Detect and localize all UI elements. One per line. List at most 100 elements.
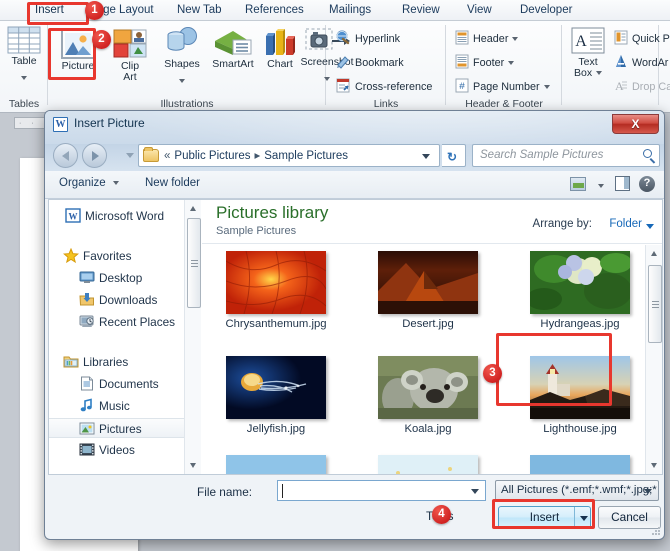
text-box-button[interactable]: A Text Box [566,27,610,79]
nav-item-microsoft-word[interactable]: W Microsoft Word [49,206,200,226]
ribbon-tab-new-tab[interactable]: New Tab [170,0,229,21]
resize-grip[interactable] [651,527,661,537]
file-item-partial[interactable] [358,455,498,474]
cancel-button[interactable]: Cancel [598,506,661,529]
cross-reference-button[interactable]: Cross-reference [336,78,432,96]
nav-item-recent-places[interactable]: Recent Places [49,312,200,332]
nav-item-desktop[interactable]: Desktop [49,268,200,288]
ribbon-tab-review[interactable]: Review [395,0,447,21]
quick-parts-icon [614,30,628,48]
nav-item-downloads[interactable]: Downloads [49,290,200,310]
dialog-footer: File name: All Pictures (*.emf;*.wmf;*.j… [45,473,664,539]
search-input[interactable]: Search Sample Pictures [480,149,603,161]
view-layout-icon[interactable] [570,177,586,191]
file-item-koala[interactable]: Koala.jpg [358,356,498,436]
chevron-down-icon[interactable] [422,154,430,159]
quick-parts-button[interactable]: Quick P [614,30,670,48]
ribbon-tab-developer[interactable]: Developer [513,0,579,21]
text-cursor [282,484,283,498]
file-item-hydrangeas[interactable]: Hydrangeas.jpg [510,251,650,331]
ribbon-tab-insert[interactable]: Insert [28,0,71,21]
nav-item-music[interactable]: Music [49,396,200,416]
table-button[interactable]: Table [0,26,48,85]
footer-label: Footer [473,57,505,69]
nav-item-label: Desktop [99,271,143,285]
library-title: Pictures library [216,203,329,222]
clipart-icon [113,29,147,58]
page-number-icon: # [455,78,469,96]
nav-item-documents[interactable]: Documents [49,374,200,394]
chevron-down-icon[interactable] [21,76,27,80]
file-type-dropdown[interactable]: All Pictures (*.emf;*.wmf;*.jpg;* [495,480,659,501]
recent-locations-icon[interactable] [126,153,134,158]
chevron-down-icon[interactable] [598,183,604,188]
file-item-lighthouse[interactable]: Lighthouse.jpg [510,356,650,436]
arrange-by-value[interactable]: Folder [609,218,642,230]
nav-item-favorites[interactable]: Favorites [49,246,200,266]
star-icon [62,247,80,264]
chevron-down-icon[interactable] [543,85,550,89]
file-item-partial[interactable] [206,455,346,474]
new-folder-button[interactable]: New folder [145,177,200,189]
hyperlink-button[interactable]: Hyperlink [336,30,400,48]
ribbon-tab-mailings[interactable]: Mailings [322,0,378,21]
group-divider [445,25,446,105]
scroll-down-button[interactable] [646,457,663,474]
address-bar[interactable]: « Public Pictures ▸ Sample Pictures [138,144,440,167]
close-button[interactable]: X [612,114,659,134]
scroll-up-button[interactable] [185,200,202,217]
organize-button[interactable]: Organize [59,177,119,189]
thumbnail-grid: Chrysanthemum.jpg Desert.jpg Hydrangeas.jp… [202,245,662,474]
nav-item-videos[interactable]: Videos [49,440,200,460]
scrollbar-thumb[interactable] [648,265,662,343]
nav-item-pictures[interactable]: Pictures [49,418,200,438]
breadcrumb-part-0[interactable]: Public Pictures [174,150,250,162]
file-item-chrysanthemum[interactable]: Chrysanthemum.jpg [206,251,346,331]
chevron-down-icon[interactable] [179,79,185,83]
dialog-command-bar: Organize New folder ? [45,171,664,199]
chevron-down-icon[interactable] [324,77,330,81]
footer-button[interactable]: Footer [455,54,515,72]
nav-item-libraries[interactable]: Libraries [49,352,200,372]
picture-icon [61,29,95,59]
screenshot-root: · · · Insert Page Layout New Tab References… [0,0,670,551]
chevron-down-icon[interactable] [646,224,654,229]
refresh-button[interactable]: ↻ [442,144,466,167]
navigation-pane-scrollbar[interactable] [184,200,201,474]
jellyfish-thumbnail [226,356,326,419]
scroll-up-button[interactable] [646,245,663,262]
insert-dropdown-arrow[interactable] [574,507,590,528]
preview-pane-icon[interactable] [615,176,630,191]
file-item-desert[interactable]: Desert.jpg [358,251,498,331]
header-button[interactable]: Header [455,30,519,48]
partial-thumbnail [378,455,478,474]
chevron-down-icon[interactable] [512,37,519,41]
insert-button[interactable]: Insert [498,506,591,529]
dialog-nav-row: « Public Pictures ▸ Sample Pictures ↻ Searc… [45,141,664,171]
back-button[interactable] [53,143,78,168]
breadcrumb-overflow[interactable]: « [164,150,170,162]
ribbon-tab-view[interactable]: View [460,0,499,21]
search-box[interactable]: Search Sample Pictures [472,144,660,167]
dialog-title-bar[interactable]: W Insert Picture X [45,111,664,139]
chevron-down-icon[interactable] [508,61,515,65]
file-name-input[interactable] [277,480,486,501]
clip-art-button[interactable]: Clip Art [104,29,156,83]
shapes-button[interactable]: Shapes [156,27,208,88]
scrollbar-thumb[interactable] [187,218,201,308]
chevron-down-icon[interactable] [471,489,479,494]
file-item-partial[interactable] [510,455,650,474]
smartart-button[interactable]: SmartArt [204,29,262,70]
forward-button[interactable] [82,143,107,168]
file-list-scrollbar[interactable] [645,245,662,474]
file-item-jellyfish[interactable]: Jellyfish.jpg [206,356,346,436]
page-number-button[interactable]: # Page Number [455,78,550,96]
wordart-button[interactable]: WordAr [614,54,668,72]
text-box-icon: A [571,27,605,54]
ribbon-tab-references[interactable]: References [238,0,311,21]
bookmark-button[interactable]: Bookmark [336,54,404,72]
nav-item-label: Pictures [99,422,142,436]
breadcrumb-part-1[interactable]: Sample Pictures [264,150,348,162]
help-icon[interactable]: ? [639,176,655,192]
scroll-down-button[interactable] [185,457,202,474]
